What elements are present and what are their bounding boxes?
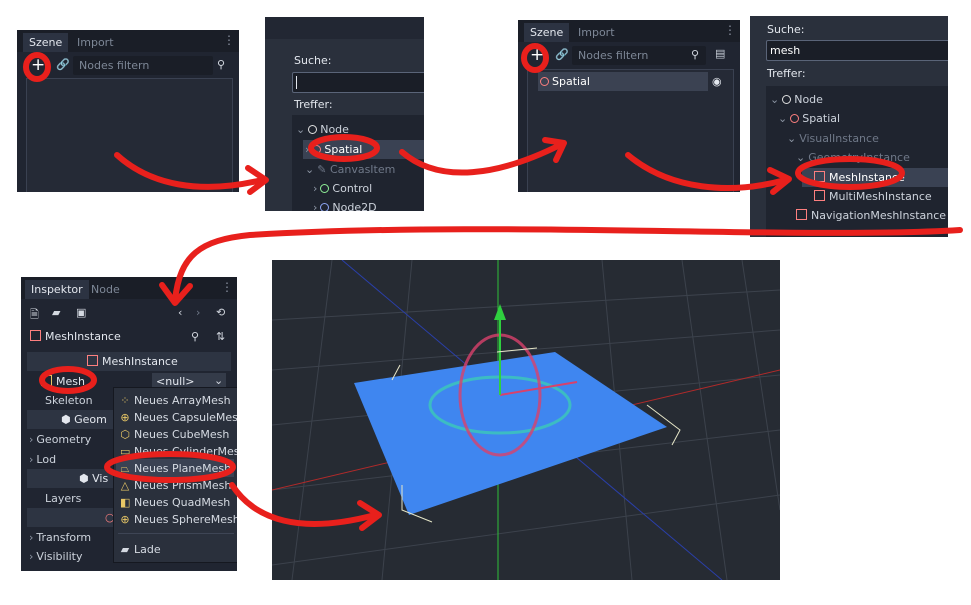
annotation-circle-add-2 (521, 43, 549, 73)
annotation-overlay (23, 43, 963, 531)
annotation-circle-planemesh (104, 451, 236, 483)
annotation-arrow-1 (114, 152, 265, 190)
annotation-circle-mesh (39, 366, 97, 394)
annotation-arrow-3 (625, 152, 788, 191)
annotation-circle-add-1 (23, 52, 51, 82)
annotation-arrow-2 (399, 142, 563, 176)
annotation-circle-meshinstance (795, 156, 905, 190)
annotation-circle-spatial (308, 134, 380, 162)
annotation-arrow-4 (172, 226, 963, 303)
annotation-arrow-5 (229, 482, 378, 527)
